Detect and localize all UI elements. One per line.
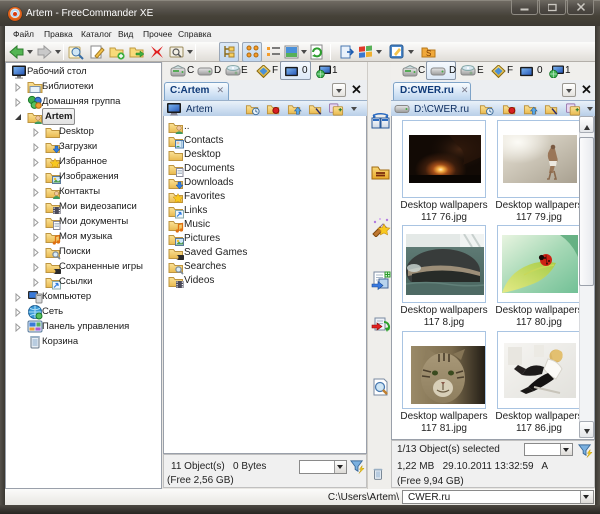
svg-text:S: S	[426, 49, 431, 58]
